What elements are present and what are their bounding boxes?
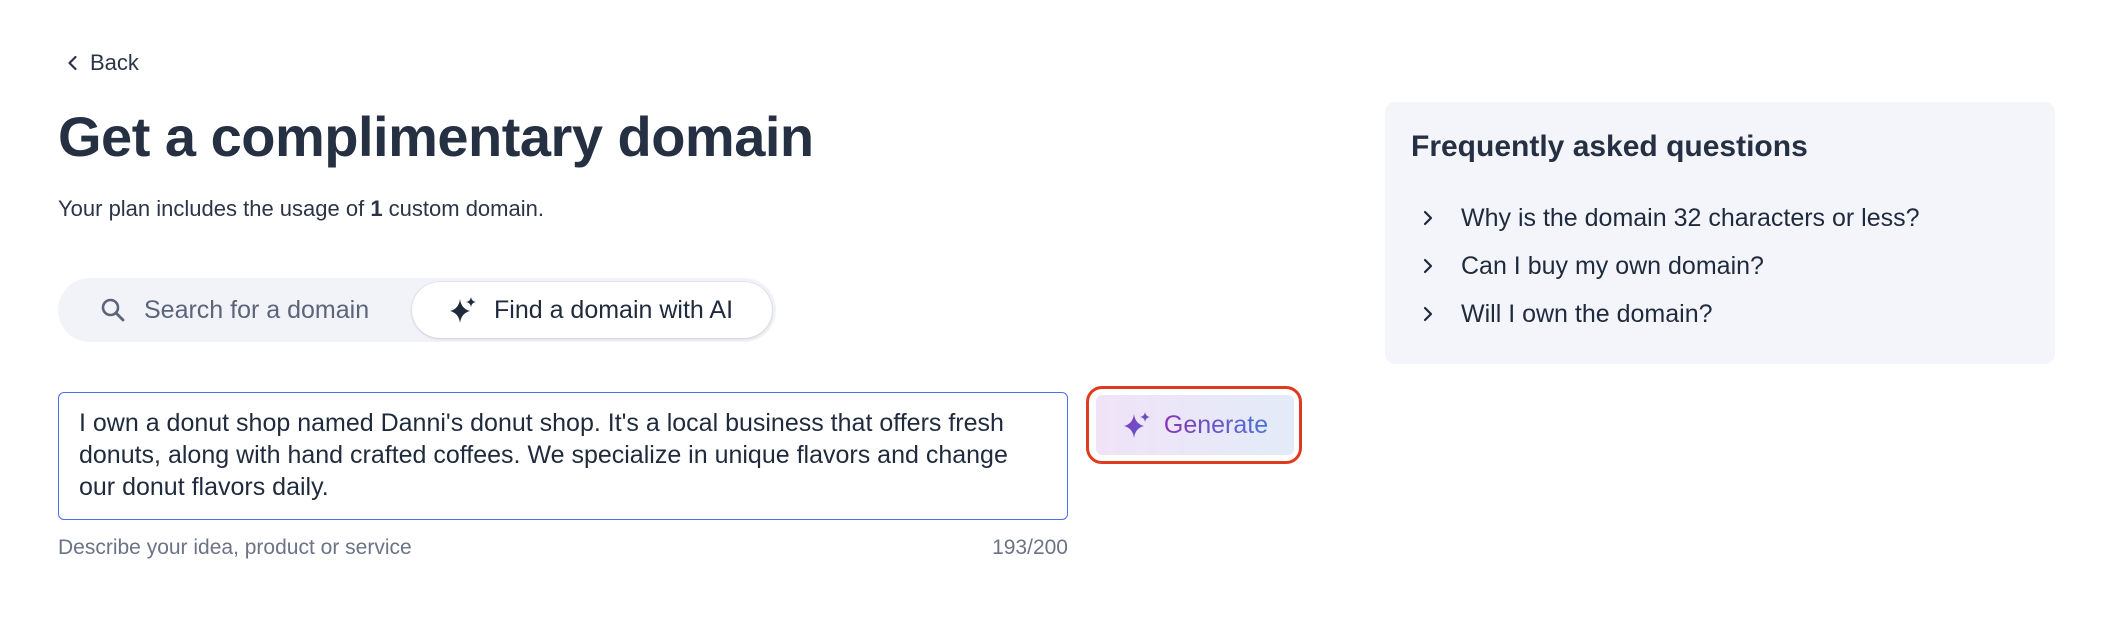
generate-button[interactable]: Generate — [1096, 395, 1294, 455]
back-link[interactable]: Back — [64, 50, 139, 76]
tab-find-domain-ai[interactable]: Find a domain with AI — [412, 282, 772, 338]
page-title: Get a complimentary domain — [58, 105, 814, 168]
chevron-left-icon — [68, 55, 77, 71]
tab-ai-label: Find a domain with AI — [494, 295, 734, 324]
faq-question: Will I own the domain? — [1461, 299, 1713, 328]
chevron-right-icon — [1423, 210, 1433, 226]
faq-item[interactable]: Why is the domain 32 characters or less? — [1411, 194, 2029, 242]
faq-title: Frequently asked questions — [1411, 130, 1808, 163]
sparkle-icon — [1123, 412, 1150, 438]
plan-prefix: Your plan includes the usage of — [58, 196, 371, 221]
faq-item[interactable]: Will I own the domain? — [1411, 290, 2029, 338]
faq-question: Why is the domain 32 characters or less? — [1461, 203, 1920, 232]
character-count: 193/200 — [992, 536, 1068, 559]
plan-suffix: custom domain. — [382, 196, 544, 221]
input-helper-text: Describe your idea, product or service — [58, 536, 412, 559]
chevron-right-icon — [1423, 258, 1433, 274]
generate-label: Generate — [1163, 410, 1269, 439]
faq-question: Can I buy my own domain? — [1461, 251, 1764, 280]
back-label: Back — [90, 50, 139, 75]
plan-description: Your plan includes the usage of 1 custom… — [58, 196, 544, 222]
chevron-right-icon — [1423, 306, 1433, 322]
search-mode-tabs: Search for a domain Find a domain with A… — [58, 278, 776, 342]
tab-search-domain[interactable]: Search for a domain — [62, 282, 412, 338]
faq-item[interactable]: Can I buy my own domain? — [1411, 242, 2029, 290]
tab-search-label: Search for a domain — [144, 295, 370, 324]
page: Back Get a complimentary domain Your pla… — [0, 0, 2122, 644]
sparkle-icon — [450, 297, 476, 323]
faq-panel: Frequently asked questions Why is the do… — [1385, 102, 2055, 364]
business-description-input[interactable]: I own a donut shop named Danni's donut s… — [58, 392, 1068, 520]
search-icon — [101, 298, 125, 322]
plan-count: 1 — [370, 196, 383, 221]
